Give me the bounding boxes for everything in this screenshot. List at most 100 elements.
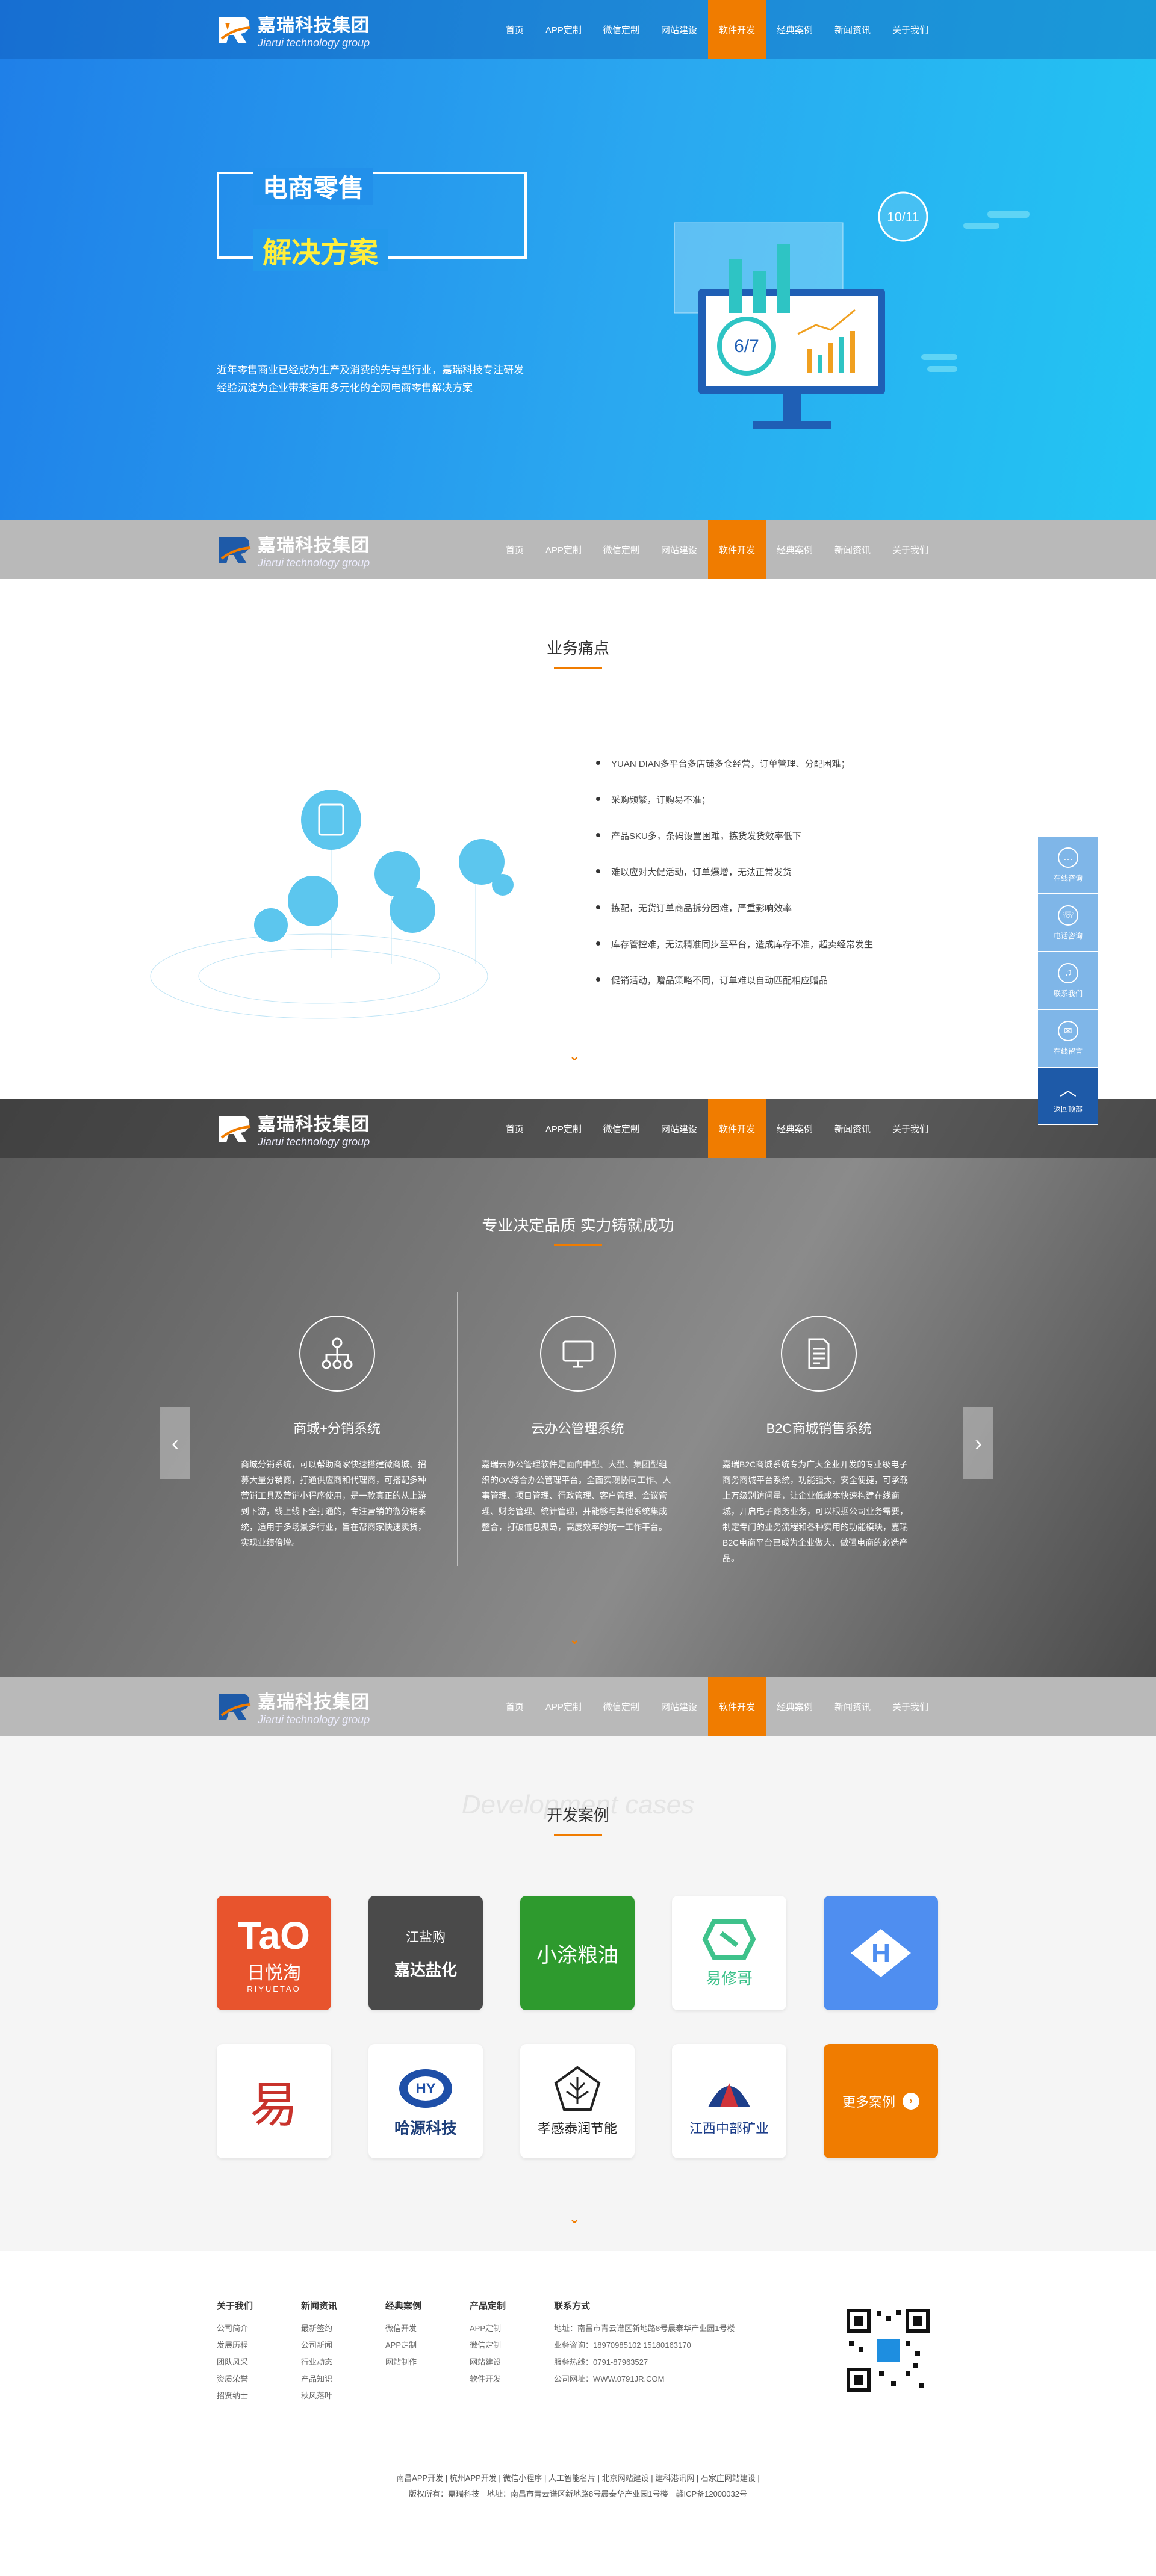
case-sub: RIYUETAO: [247, 1984, 301, 1993]
footer-link[interactable]: 公司简介: [217, 2320, 301, 2337]
system-card-b2c[interactable]: B2C商城销售系统 嘉瑞B2C商城系统专为广大企业开发的专业级电子商务商城平台系…: [698, 1292, 939, 1566]
nav-website[interactable]: 网站建设: [650, 1677, 708, 1736]
hayuan-logo-icon: HY: [399, 2069, 452, 2108]
nav-news[interactable]: 新闻资讯: [824, 0, 881, 59]
online-consult-button[interactable]: … 在线咨询: [1038, 837, 1098, 894]
case-riyuetao[interactable]: TaO 日悦淘 RIYUETAO: [217, 1896, 331, 2010]
footer-col-title: 关于我们: [217, 2301, 253, 2311]
nav-app[interactable]: APP定制: [535, 520, 592, 579]
nav-wechat[interactable]: 微信定制: [592, 1677, 650, 1736]
nav-wechat[interactable]: 微信定制: [592, 520, 650, 579]
nav-about[interactable]: 关于我们: [881, 520, 939, 579]
more-cases-button[interactable]: 更多案例 ›: [824, 2044, 938, 2158]
system-card-mall[interactable]: 商城+分销系统 商城分销系统，可以帮助商家快速搭建微商城、招募大量分销商，打通供…: [217, 1292, 458, 1566]
nav-news[interactable]: 新闻资讯: [824, 1677, 881, 1736]
footer-link[interactable]: 团队风采: [217, 2354, 301, 2371]
nav-cases[interactable]: 经典案例: [766, 1099, 824, 1158]
nav-about[interactable]: 关于我们: [881, 0, 939, 59]
nav-wechat[interactable]: 微信定制: [592, 0, 650, 59]
back-to-top-button[interactable]: ︿ 返回顶部: [1038, 1068, 1098, 1125]
footer-link[interactable]: 产品知识: [301, 2371, 385, 2388]
footer-link[interactable]: 招贤纳士: [217, 2388, 301, 2404]
case-yixiuge[interactable]: 易修哥: [672, 1896, 786, 2010]
footer-link[interactable]: 微信定制: [470, 2337, 554, 2354]
cases-down-arrow[interactable]: ⌄: [569, 2211, 580, 2227]
footer-link[interactable]: 发展历程: [217, 2337, 301, 2354]
nav-home[interactable]: 首页: [495, 1099, 535, 1158]
nav-home[interactable]: 首页: [495, 1677, 535, 1736]
logo-quality[interactable]: 嘉瑞科技集团 Jiarui technology group: [217, 1109, 370, 1148]
case-hayuan[interactable]: HY 哈源科技: [368, 2044, 483, 2158]
footer-link[interactable]: 网站建设: [470, 2354, 554, 2371]
footer-link[interactable]: 公司新闻: [301, 2337, 385, 2354]
svg-text:H: H: [871, 1939, 890, 1968]
nav-news[interactable]: 新闻资讯: [824, 1099, 881, 1158]
nav-news[interactable]: 新闻资讯: [824, 520, 881, 579]
carousel-prev-button[interactable]: ‹: [160, 1407, 190, 1479]
nav-home[interactable]: 首页: [495, 0, 535, 59]
quality-down-arrow[interactable]: ⌄: [569, 1632, 580, 1647]
footer-link[interactable]: 网站制作: [385, 2354, 470, 2371]
case-blue-h[interactable]: H: [824, 1896, 938, 2010]
case-sub: 江盐购: [405, 1929, 446, 1945]
footer-link[interactable]: 微信开发: [385, 2320, 470, 2337]
footer-link[interactable]: 资质荣誉: [217, 2371, 301, 2388]
footer-link[interactable]: 软件开发: [470, 2371, 554, 2388]
system-card-office[interactable]: 云办公管理系统 嘉瑞云办公管理软件是面向中型、大型、集团型组织的OA综合办公管理…: [458, 1292, 698, 1566]
contact-us-button[interactable]: ♫ 联系我们: [1038, 952, 1098, 1010]
nav-cases[interactable]: 经典案例: [766, 1677, 824, 1736]
cases-nav: 嘉瑞科技集团 Jiarui technology group 首页 APP定制 …: [0, 1677, 1156, 1736]
monitor-icon: [539, 1316, 616, 1392]
footer-col-news: 新闻资讯 最新签约 公司新闻 行业动态 产品知识 秋风落叶: [301, 2299, 385, 2404]
contact-website[interactable]: 公司网址：WWW.0791JR.COM: [554, 2371, 867, 2388]
main-menu: 首页 APP定制 微信定制 网站建设 软件开发 经典案例 新闻资讯 关于我们: [495, 1677, 939, 1736]
nav-website[interactable]: 网站建设: [650, 1099, 708, 1158]
nav-software[interactable]: 软件开发: [707, 1677, 766, 1736]
nav-cases[interactable]: 经典案例: [766, 0, 824, 59]
nav-cases[interactable]: 经典案例: [766, 520, 824, 579]
footer-link[interactable]: 最新签约: [301, 2320, 385, 2337]
nav-about[interactable]: 关于我们: [881, 1677, 939, 1736]
phone-consult-button[interactable]: ☏ 电话咨询: [1038, 894, 1098, 952]
case-name: 孝感泰润节能: [537, 2121, 617, 2136]
footer-link[interactable]: APP定制: [385, 2337, 470, 2354]
list-item: 库存管控难，无法精准同步至平台，造成库存不准，超卖经常发生: [596, 938, 933, 974]
nav-app[interactable]: APP定制: [535, 1677, 592, 1736]
nav-website[interactable]: 网站建设: [650, 520, 708, 579]
hero-title-primary: 电商零售: [253, 168, 374, 205]
nav-website[interactable]: 网站建设: [650, 0, 708, 59]
case-calligraphy[interactable]: 易: [217, 2044, 331, 2158]
brand-name-cn: 嘉瑞科技集团: [258, 1692, 370, 1712]
mining-logo-icon: [708, 2083, 750, 2107]
nav-wechat[interactable]: 微信定制: [592, 1099, 650, 1158]
nav-software[interactable]: 软件开发: [707, 520, 766, 579]
case-xiaotu[interactable]: 小涂粮油: [520, 1896, 635, 2010]
system-name: B2C商城销售系统: [766, 1421, 872, 1436]
case-name: 哈源科技: [394, 2119, 457, 2137]
sticky-nav: 嘉瑞科技集团 Jiarui technology group 首页 APP定制 …: [0, 520, 1156, 579]
nav-app[interactable]: APP定制: [535, 0, 592, 59]
case-jiada[interactable]: 江盐购 嘉达盐化: [368, 1896, 483, 2010]
logo[interactable]: 嘉瑞科技集团 Jiarui technology group: [217, 10, 370, 49]
footer-contact: 联系方式 地址：南昌市青云谱区新地路8号晨泰华产业园1号楼 业务咨询：18970…: [554, 2299, 867, 2404]
case-taorun[interactable]: 孝感泰润节能: [520, 2044, 635, 2158]
system-desc: 嘉瑞B2C商城系统专为广大企业开发的专业级电子商务商城平台系统，功能强大，安全便…: [722, 1460, 908, 1563]
nav-software[interactable]: 软件开发: [707, 1099, 766, 1158]
nav-home[interactable]: 首页: [495, 520, 535, 579]
chevron-up-icon: ︿: [1059, 1080, 1077, 1099]
case-jiangxi-mining[interactable]: 江西中部矿业: [672, 2044, 786, 2158]
pain-down-arrow[interactable]: ⌄: [569, 1048, 580, 1064]
footer-link[interactable]: 秋风落叶: [301, 2388, 385, 2404]
logo-cases[interactable]: 嘉瑞科技集团 Jiarui technology group: [217, 1687, 370, 1726]
nav-software[interactable]: 软件开发: [707, 0, 766, 59]
brand-name-cn: 嘉瑞科技集团: [258, 1114, 370, 1135]
footer-link[interactable]: 行业动态: [301, 2354, 385, 2371]
leave-message-button[interactable]: ✉ 在线留言: [1038, 1010, 1098, 1068]
bell-icon: ♫: [1058, 962, 1078, 983]
friend-links[interactable]: 南昌APP开发 | 杭州APP开发 | 微信小程序 | 人工智能名片 | 北京网…: [0, 2471, 1156, 2486]
footer-link[interactable]: APP定制: [470, 2320, 554, 2337]
nav-about[interactable]: 关于我们: [881, 1099, 939, 1158]
logo-sticky[interactable]: 嘉瑞科技集团 Jiarui technology group: [217, 530, 370, 569]
nav-app[interactable]: APP定制: [535, 1099, 592, 1158]
carousel-next-button[interactable]: ›: [963, 1407, 993, 1479]
